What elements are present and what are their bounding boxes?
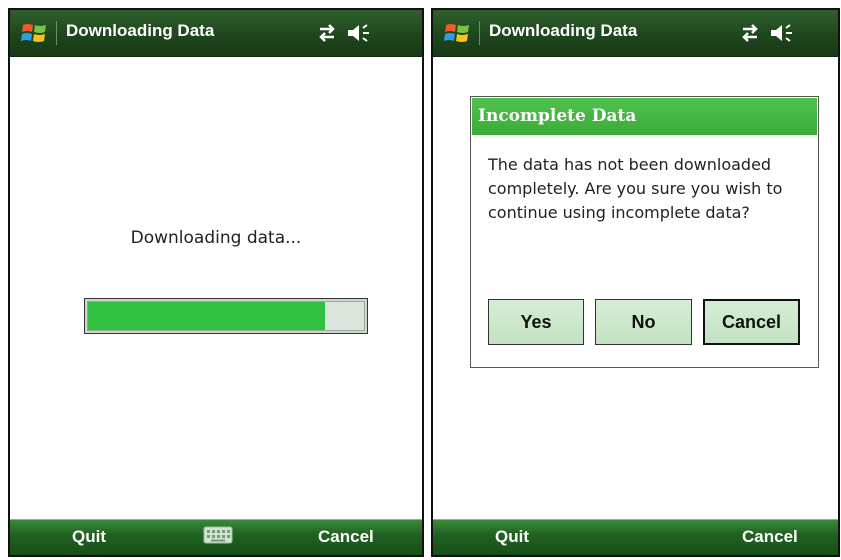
windows-start-icon[interactable] <box>443 19 471 47</box>
speaker-volume-icon[interactable] <box>346 22 372 44</box>
dialog-title: Incomplete Data <box>472 98 817 135</box>
softkey-bar: Quit Cancel <box>10 519 422 555</box>
quit-softkey[interactable]: Quit <box>72 527 106 547</box>
no-button[interactable]: No <box>595 299 692 345</box>
progress-fill <box>88 302 326 330</box>
cancel-softkey[interactable]: Cancel <box>318 527 374 547</box>
progress-track <box>87 301 365 331</box>
title-bar: Downloading Data <box>10 10 422 57</box>
downloading-message: Downloading data... <box>130 228 302 248</box>
download-progress-bar <box>84 298 368 334</box>
cancel-softkey[interactable]: Cancel <box>742 527 798 547</box>
title-separator <box>56 21 57 45</box>
incomplete-data-dialog: Incomplete Data The data has not been do… <box>470 96 819 368</box>
data-sync-arrows-icon[interactable] <box>316 23 338 43</box>
cancel-button[interactable]: Cancel <box>703 299 800 345</box>
windows-start-icon[interactable] <box>20 19 48 47</box>
speaker-volume-icon[interactable] <box>769 22 795 44</box>
softkey-bar: Quit Cancel <box>433 519 838 555</box>
incomplete-data-screen: Downloading Data Incomplete Data The dat… <box>431 8 840 557</box>
dialog-message: The data has not been downloaded complet… <box>488 155 783 222</box>
download-screen: Downloading Data Downloading data... Qui… <box>8 8 424 557</box>
title-bar: Downloading Data <box>433 10 838 57</box>
title-separator <box>479 21 480 45</box>
window-title: Downloading Data <box>66 21 215 40</box>
data-sync-arrows-icon[interactable] <box>739 23 761 43</box>
keyboard-icon[interactable] <box>203 525 233 545</box>
quit-softkey[interactable]: Quit <box>495 527 529 547</box>
window-title: Downloading Data <box>489 21 638 40</box>
yes-button[interactable]: Yes <box>488 299 584 345</box>
